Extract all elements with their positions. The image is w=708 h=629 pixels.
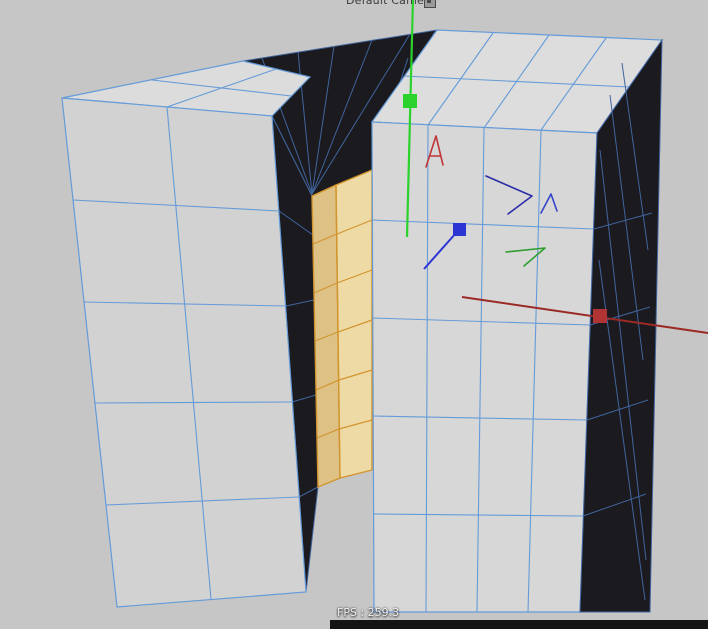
- gizmo-x-handle[interactable]: [593, 309, 607, 323]
- left-box-front-face[interactable]: [61, 97, 307, 608]
- camera-icon[interactable]: [424, 0, 436, 8]
- gizmo-z-handle[interactable]: [453, 223, 466, 236]
- fps-counter: FPS : 259.3: [337, 606, 400, 619]
- left-box[interactable]: [61, 60, 312, 608]
- right-box[interactable]: [370, 29, 664, 613]
- viewport-bottom-bar: [330, 620, 708, 629]
- selected-polygons[interactable]: [311, 168, 373, 489]
- right-box-front-face[interactable]: [371, 121, 598, 613]
- gizmo-y-handle[interactable]: [403, 94, 417, 108]
- selected-front-strip[interactable]: [335, 168, 373, 479]
- scene-canvas[interactable]: [0, 0, 708, 629]
- camera-name-label: Default Camera: [346, 0, 436, 7]
- viewport-3d[interactable]: Default Camera FPS : 259.3: [0, 0, 708, 629]
